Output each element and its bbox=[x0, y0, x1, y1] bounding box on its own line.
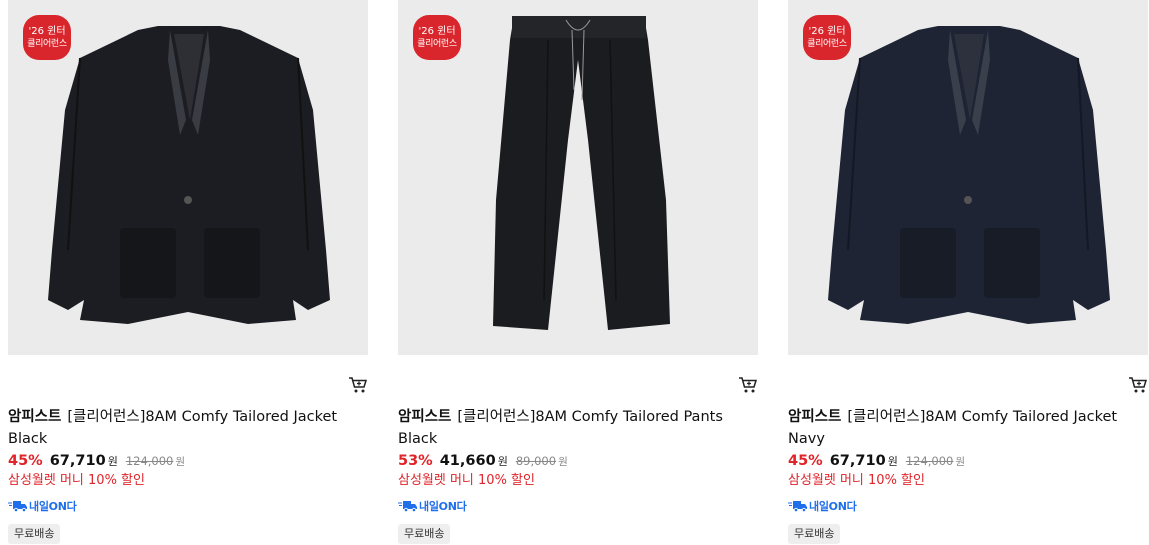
free-shipping-tag: 무료배송 bbox=[8, 524, 61, 544]
cart-icon[interactable] bbox=[348, 376, 368, 394]
payment-promo: 삼성월렛 머니 10% 할인 bbox=[398, 473, 535, 488]
product-card[interactable]: '26 윈터 클리어런스 암피스트 [클리어런스]8AM Comfy Tailor… bbox=[788, 0, 1148, 545]
delivery-badge: 내일ON다 bbox=[8, 498, 77, 514]
free-shipping-tag: 무료배송 bbox=[788, 524, 841, 544]
brand-name[interactable]: 암피스트 bbox=[8, 409, 61, 425]
product-title[interactable]: 암피스트 [클리어런스]8AM Comfy Tailored Jacket Nav… bbox=[788, 406, 1148, 450]
delivery-badge: 내일ON다 bbox=[788, 498, 857, 514]
cart-icon[interactable] bbox=[738, 376, 758, 394]
discount-rate: 45% bbox=[788, 453, 823, 469]
sale-price: 67,710 bbox=[49, 453, 106, 469]
truck-icon bbox=[788, 500, 808, 512]
brand-name[interactable]: 암피스트 bbox=[788, 409, 841, 425]
product-grid: '26 윈터 클리어런스 암피스트 [클리어런스]8AM Comfy Tailor… bbox=[0, 0, 1149, 545]
product-title[interactable]: 암피스트 [클리어런스]8AM Comfy Tailored Jacket Bla… bbox=[8, 406, 368, 450]
sale-price: 41,660 bbox=[439, 453, 496, 469]
price-row: 53% 41,660 원 89,000 원 bbox=[398, 453, 568, 473]
payment-promo: 삼성월렛 머니 10% 할인 bbox=[8, 473, 145, 488]
currency-unit: 원 bbox=[887, 455, 898, 468]
sale-price: 67,710 bbox=[829, 453, 886, 469]
truck-icon bbox=[8, 500, 28, 512]
brand-name[interactable]: 암피스트 bbox=[398, 409, 451, 425]
original-price: 89,000 bbox=[515, 454, 557, 468]
truck-icon bbox=[398, 500, 418, 512]
delivery-label: 내일ON다 bbox=[419, 500, 467, 513]
product-image[interactable]: '26 윈터 클리어런스 bbox=[788, 0, 1148, 355]
currency-unit: 원 bbox=[497, 455, 508, 468]
original-price: 124,000 bbox=[125, 454, 174, 468]
original-currency-unit: 원 bbox=[175, 456, 186, 468]
clearance-badge: '26 윈터 클리어런스 bbox=[803, 15, 851, 60]
currency-unit: 원 bbox=[107, 455, 118, 468]
product-card[interactable]: '26 윈터 클리어런스 암피스트 [클리어런스]8AM Comfy Tailor… bbox=[8, 0, 368, 545]
delivery-label: 내일ON다 bbox=[809, 500, 857, 513]
delivery-badge: 내일ON다 bbox=[398, 498, 467, 514]
payment-promo: 삼성월렛 머니 10% 할인 bbox=[788, 473, 925, 488]
discount-rate: 53% bbox=[398, 453, 433, 469]
free-shipping-tag: 무료배송 bbox=[398, 524, 451, 544]
price-row: 45% 67,710 원 124,000 원 bbox=[788, 453, 965, 473]
original-currency-unit: 원 bbox=[558, 456, 568, 468]
original-currency-unit: 원 bbox=[955, 456, 966, 468]
discount-rate: 45% bbox=[8, 453, 43, 469]
product-image[interactable]: '26 윈터 클리어런스 bbox=[8, 0, 368, 355]
delivery-label: 내일ON다 bbox=[29, 500, 77, 513]
product-image[interactable]: '26 윈터 클리어런스 bbox=[398, 0, 758, 355]
product-card[interactable]: '26 윈터 클리어런스 암피스트 [클리어런스]8AM Comfy Tailor… bbox=[398, 0, 758, 545]
clearance-badge: '26 윈터 클리어런스 bbox=[23, 15, 71, 60]
clearance-badge: '26 윈터 클리어런스 bbox=[413, 15, 461, 60]
original-price: 124,000 bbox=[905, 454, 954, 468]
product-title[interactable]: 암피스트 [클리어런스]8AM Comfy Tailored Pants Blac… bbox=[398, 406, 758, 450]
cart-icon[interactable] bbox=[1128, 376, 1148, 394]
price-row: 45% 67,710 원 124,000 원 bbox=[8, 453, 185, 473]
